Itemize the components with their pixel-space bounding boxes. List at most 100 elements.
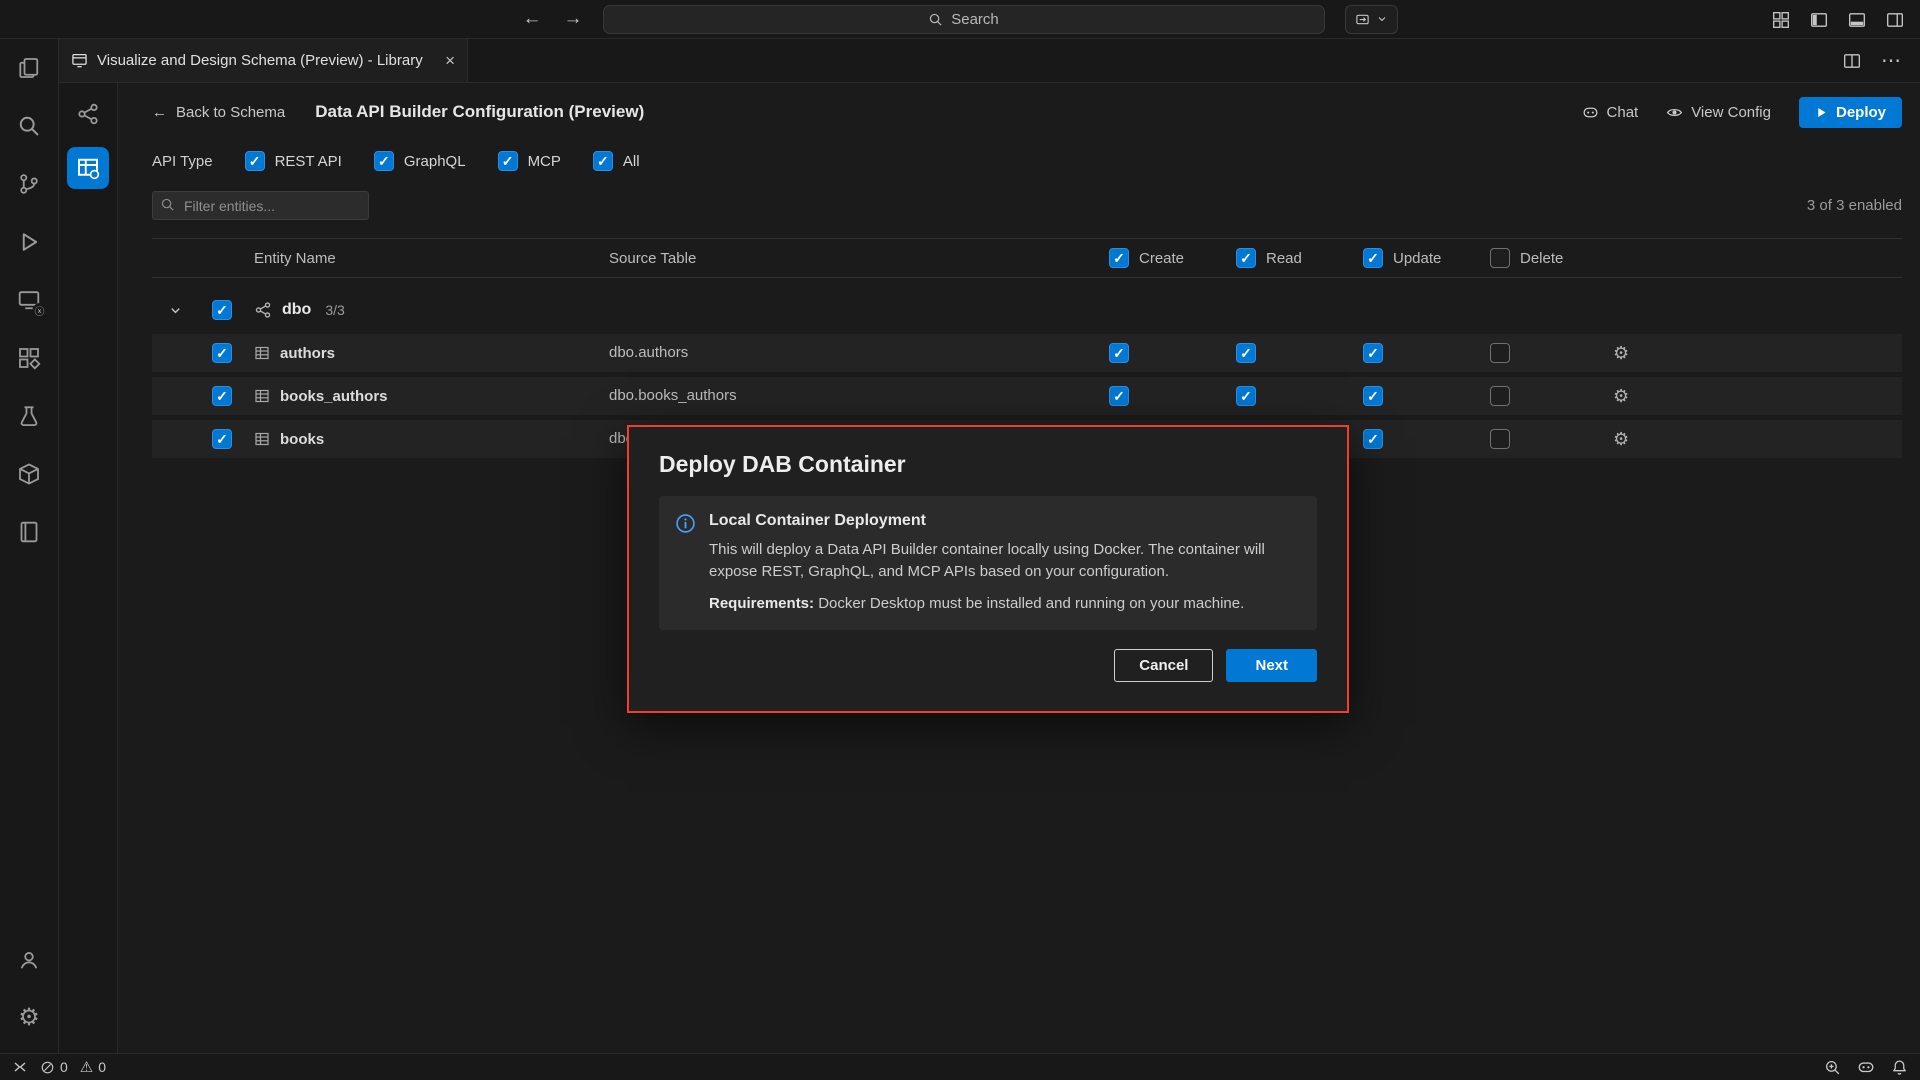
bell-icon[interactable] xyxy=(1891,1059,1908,1076)
toggle-primary-sidebar-icon[interactable] xyxy=(1810,11,1828,29)
sidebar-item-testing[interactable] xyxy=(0,387,59,445)
col-source-table: Source Table xyxy=(609,250,696,267)
update-checkbox[interactable]: ✓ xyxy=(1363,386,1383,406)
sidebar-item-explorer[interactable] xyxy=(0,39,59,97)
create-checkbox[interactable]: ✓ xyxy=(1109,343,1129,363)
sidebar-item-source-control[interactable] xyxy=(0,155,59,213)
read-checkbox[interactable]: ✓ xyxy=(1236,386,1256,406)
entity-name: authors xyxy=(280,345,335,362)
back-arrow-icon: ← xyxy=(152,104,167,121)
back-to-schema-button[interactable]: ← Back to Schema xyxy=(152,104,285,121)
command-center-search[interactable]: Search xyxy=(603,5,1325,34)
create-checkbox[interactable]: ✓ xyxy=(1109,386,1129,406)
col-entity-name: Entity Name xyxy=(254,250,336,267)
row-checkbox[interactable]: ✓ xyxy=(212,429,232,449)
table-row-authors[interactable]: ✓ authors dbo.authors ✓ ✓ ✓ ⚙ xyxy=(152,334,1902,372)
source-control-icon xyxy=(17,172,41,196)
split-editor-icon[interactable] xyxy=(1843,52,1861,70)
delete-checkbox[interactable] xyxy=(1490,386,1510,406)
delete-all-checkbox[interactable] xyxy=(1490,248,1510,268)
sidebar-item-remote-explorer[interactable]: ⓧ xyxy=(0,271,59,329)
schema-icon xyxy=(254,301,272,319)
nav-forward-icon[interactable]: → xyxy=(564,8,583,30)
info-icon xyxy=(675,513,696,534)
view-config-button[interactable]: View Config xyxy=(1666,104,1771,121)
col-delete: Delete xyxy=(1520,250,1563,267)
tab-visualize-design-schema[interactable]: Visualize and Design Schema (Preview) - … xyxy=(59,39,468,82)
table-header: Entity Name Source Table ✓ Create ✓ Read… xyxy=(152,238,1902,278)
problems-errors[interactable]: 0 xyxy=(40,1059,68,1075)
history-icon xyxy=(1355,12,1370,27)
settings-button[interactable]: ⚙ xyxy=(0,989,59,1047)
create-all-checkbox[interactable]: ✓ xyxy=(1109,248,1129,268)
update-checkbox[interactable]: ✓ xyxy=(1363,429,1383,449)
chevron-down-icon[interactable] xyxy=(168,303,183,318)
mcp-checkbox[interactable]: ✓ xyxy=(498,151,518,171)
graphql-checkbox[interactable]: ✓ xyxy=(374,151,394,171)
row-settings-icon[interactable]: ⚙ xyxy=(1613,430,1629,448)
close-icon[interactable]: × xyxy=(445,51,455,71)
warning-icon: ⚠ xyxy=(80,1060,93,1075)
table-icon xyxy=(254,345,270,361)
copilot-icon[interactable] xyxy=(1857,1058,1875,1076)
requirements-body: Docker Desktop must be installed and run… xyxy=(814,595,1244,612)
row-settings-icon[interactable]: ⚙ xyxy=(1613,387,1629,405)
graphql-label: GraphQL xyxy=(404,153,466,170)
read-checkbox[interactable]: ✓ xyxy=(1236,343,1256,363)
page-title: Data API Builder Configuration (Preview) xyxy=(315,102,644,122)
notebook-icon xyxy=(17,520,41,544)
chat-button[interactable]: Chat xyxy=(1582,104,1639,121)
play-icon xyxy=(1815,106,1828,119)
api-option-mcp: ✓ MCP xyxy=(498,151,561,171)
next-button[interactable]: Next xyxy=(1226,649,1317,682)
cancel-button[interactable]: Cancel xyxy=(1114,649,1213,682)
more-actions-icon[interactable]: ⋯ xyxy=(1881,48,1902,73)
update-all-checkbox[interactable]: ✓ xyxy=(1363,248,1383,268)
deploy-button[interactable]: Deploy xyxy=(1799,97,1902,128)
api-option-all: ✓ All xyxy=(593,151,640,171)
table-row-books-authors[interactable]: ✓ books_authors dbo.books_authors ✓ ✓ ✓ … xyxy=(152,377,1902,415)
account-button[interactable] xyxy=(0,931,59,989)
delete-checkbox[interactable] xyxy=(1490,343,1510,363)
problems-warnings[interactable]: ⚠ 0 xyxy=(80,1059,106,1075)
delete-checkbox[interactable] xyxy=(1490,429,1510,449)
zoom-in-icon[interactable] xyxy=(1824,1059,1841,1076)
requirements-line: Requirements: Docker Desktop must be ins… xyxy=(709,593,1297,615)
view-schema-button[interactable] xyxy=(67,93,109,135)
sidebar-item-search[interactable] xyxy=(0,97,59,155)
table-icon xyxy=(254,431,270,447)
row-checkbox[interactable]: ✓ xyxy=(212,386,232,406)
customize-layout-icon[interactable] xyxy=(1772,11,1790,29)
filter-entities-input[interactable] xyxy=(152,191,369,220)
testing-icon xyxy=(17,404,41,428)
source-table: dbo.books_authors xyxy=(609,387,737,404)
schema-icon xyxy=(76,102,100,126)
sidebar-item-run-debug[interactable] xyxy=(0,213,59,271)
rest-api-checkbox[interactable]: ✓ xyxy=(245,151,265,171)
sidebar-item-notebook[interactable] xyxy=(0,503,59,561)
dab-config-button[interactable] xyxy=(67,147,109,189)
row-checkbox[interactable]: ✓ xyxy=(212,343,232,363)
error-icon xyxy=(40,1060,55,1075)
debug-icon xyxy=(17,230,41,254)
sidebar-item-package[interactable] xyxy=(0,445,59,503)
nav-back-icon[interactable]: ← xyxy=(523,8,542,30)
entity-name: books_authors xyxy=(280,388,388,405)
gear-icon: ⚙ xyxy=(18,1006,40,1030)
deploy-dab-dialog: Deploy DAB Container Local Container Dep… xyxy=(627,425,1349,713)
error-count: 0 xyxy=(60,1059,68,1075)
all-checkbox[interactable]: ✓ xyxy=(593,151,613,171)
chevron-down-icon xyxy=(1376,13,1388,25)
toggle-panel-icon[interactable] xyxy=(1848,11,1866,29)
remote-indicator[interactable] xyxy=(12,1059,28,1075)
group-checkbox[interactable]: ✓ xyxy=(212,300,232,320)
row-settings-icon[interactable]: ⚙ xyxy=(1613,344,1629,362)
toggle-secondary-sidebar-icon[interactable] xyxy=(1886,11,1904,29)
api-option-graphql: ✓ GraphQL xyxy=(374,151,466,171)
update-checkbox[interactable]: ✓ xyxy=(1363,343,1383,363)
info-body: This will deploy a Data API Builder cont… xyxy=(709,539,1297,583)
back-label: Back to Schema xyxy=(176,104,285,121)
read-all-checkbox[interactable]: ✓ xyxy=(1236,248,1256,268)
recent-commands-dropdown[interactable] xyxy=(1345,5,1398,34)
sidebar-item-extensions[interactable] xyxy=(0,329,59,387)
